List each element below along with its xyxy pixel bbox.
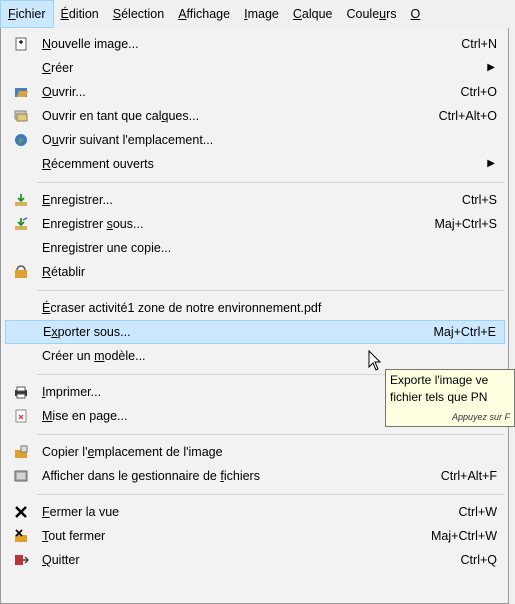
menu-item-label: Créer un modèle... (42, 349, 146, 363)
menu-item-recemment-ouverts[interactable]: Récemment ouverts ▶ (5, 152, 505, 176)
menu-item-exporter-sous[interactable]: Exporter sous... Maj+Ctrl+E (5, 320, 505, 344)
menu-item-creer[interactable]: Créer ▶ (5, 56, 505, 80)
menu-item-label: Tout fermer (42, 529, 106, 543)
shortcut-label: Ctrl+Alt+O (438, 109, 497, 123)
menu-item-fermer-vue[interactable]: Fermer la vue Ctrl+W (5, 500, 505, 524)
menu-item-enregistrer-sous[interactable]: Enregistrer sous... Maj+Ctrl+S (5, 212, 505, 236)
menu-item-creer-modele[interactable]: Créer un modèle... (5, 344, 505, 368)
open-as-layers-icon (14, 110, 28, 122)
menu-item-label: Mise en page... (42, 409, 128, 423)
new-image-icon (15, 37, 27, 51)
menu-item-label: Afficher dans le gestionnaire de fichier… (42, 469, 260, 483)
tooltip-hint: Appuyez sur F (451, 412, 510, 422)
shortcut-label: Maj+Ctrl+E (433, 325, 496, 339)
shortcut-label: Ctrl+Q (460, 553, 497, 567)
save-icon (15, 194, 27, 206)
shortcut-label: Ctrl+W (458, 505, 497, 519)
shortcut-label: Ctrl+O (460, 85, 497, 99)
menu-outils[interactable]: O (404, 0, 428, 28)
revert-icon (15, 265, 27, 278)
menu-fichier[interactable]: Fichier (0, 0, 54, 28)
submenu-arrow-icon: ▶ (487, 158, 495, 169)
menu-item-retablir[interactable]: Rétablir (5, 260, 505, 284)
menu-item-label: Récemment ouverts (42, 157, 154, 171)
menu-item-label: Rétablir (42, 265, 86, 279)
menu-item-label: Créer (42, 61, 74, 75)
menu-item-label: Quitter (42, 553, 80, 567)
menu-item-ouvrir-emplacement[interactable]: Ouvrir suivant l'emplacement... (5, 128, 505, 152)
menu-item-label: Fermer la vue (42, 505, 120, 519)
menu-item-enregistrer[interactable]: Enregistrer... Ctrl+S (5, 188, 505, 212)
file-manager-icon (14, 470, 28, 482)
menu-separator (37, 494, 505, 495)
tooltip-line: fichier tels que PN (390, 390, 488, 404)
menu-item-label: Ouvrir en tant que calques... (42, 109, 200, 123)
menu-item-label: Copier l'emplacement de l'image (42, 445, 223, 459)
menu-item-label: Enregistrer une copie... (42, 241, 172, 255)
shortcut-label: Maj+Ctrl+S (434, 217, 497, 231)
page-setup-icon (15, 409, 27, 423)
submenu-arrow-icon: ▶ (487, 62, 495, 73)
menu-selection[interactable]: Sélection (106, 0, 171, 28)
menu-item-nouvelle-image[interactable]: Nouvelle image... Ctrl+N (5, 32, 505, 56)
menu-separator (37, 290, 505, 291)
menu-item-label: Enregistrer sous... (42, 217, 144, 231)
shortcut-label: Ctrl+Alt+F (440, 469, 497, 483)
menu-item-ouvrir[interactable]: Ouvrir... Ctrl+O (5, 80, 505, 104)
menu-bar: Fichier Édition Sélection Affichage Imag… (0, 0, 515, 28)
menu-item-ouvrir-calques[interactable]: Ouvrir en tant que calques... Ctrl+Alt+O (5, 104, 505, 128)
tooltip-line: Exporte l'image ve (390, 373, 489, 387)
menu-item-enregistrer-copie[interactable]: Enregistrer une copie... (5, 236, 505, 260)
menu-item-tout-fermer[interactable]: Tout fermer Maj+Ctrl+W (5, 524, 505, 548)
menu-separator (37, 182, 505, 183)
menu-item-label: Exporter sous... (43, 325, 131, 339)
menu-edition[interactable]: Édition (54, 0, 106, 28)
shortcut-label: Maj+Ctrl+W (431, 529, 497, 543)
menu-separator (37, 434, 505, 435)
menu-item-ecraser[interactable]: Écraser activité1 zone de notre environn… (5, 296, 505, 320)
open-folder-icon (15, 88, 28, 97)
mouse-cursor-icon (368, 350, 382, 371)
menu-item-label: Enregistrer... (42, 193, 113, 207)
save-as-icon (15, 217, 28, 230)
close-icon (15, 506, 27, 518)
menu-item-label: Nouvelle image... (42, 37, 139, 51)
fichier-dropdown-menu: Nouvelle image... Ctrl+N Créer ▶ Ouvrir.… (0, 28, 509, 604)
shortcut-label: Ctrl+N (461, 37, 497, 51)
menu-image[interactable]: Image (237, 0, 286, 28)
menu-item-quitter[interactable]: Quitter Ctrl+Q (5, 548, 505, 572)
menu-item-label: Imprimer... (42, 385, 102, 399)
menu-item-copier-emplacement[interactable]: Copier l'emplacement de l'image (5, 440, 505, 464)
shortcut-label: Ctrl+S (461, 193, 497, 207)
close-all-icon (15, 529, 27, 542)
printer-icon (15, 386, 27, 399)
quit-icon (15, 555, 29, 565)
menu-item-label: Écraser activité1 zone de notre environn… (42, 301, 322, 315)
menu-affichage[interactable]: Affichage (171, 0, 237, 28)
menu-item-label: Ouvrir... (42, 85, 86, 99)
tooltip: Exporte l'image ve fichier tels que PN A… (385, 369, 515, 427)
menu-couleurs[interactable]: Couleurs (339, 0, 403, 28)
menu-item-gestionnaire-fichiers[interactable]: Afficher dans le gestionnaire de fichier… (5, 464, 505, 488)
globe-icon (15, 134, 27, 146)
copy-location-icon (15, 445, 28, 458)
menu-item-label: Ouvrir suivant l'emplacement... (42, 133, 214, 147)
menu-calque[interactable]: Calque (286, 0, 340, 28)
